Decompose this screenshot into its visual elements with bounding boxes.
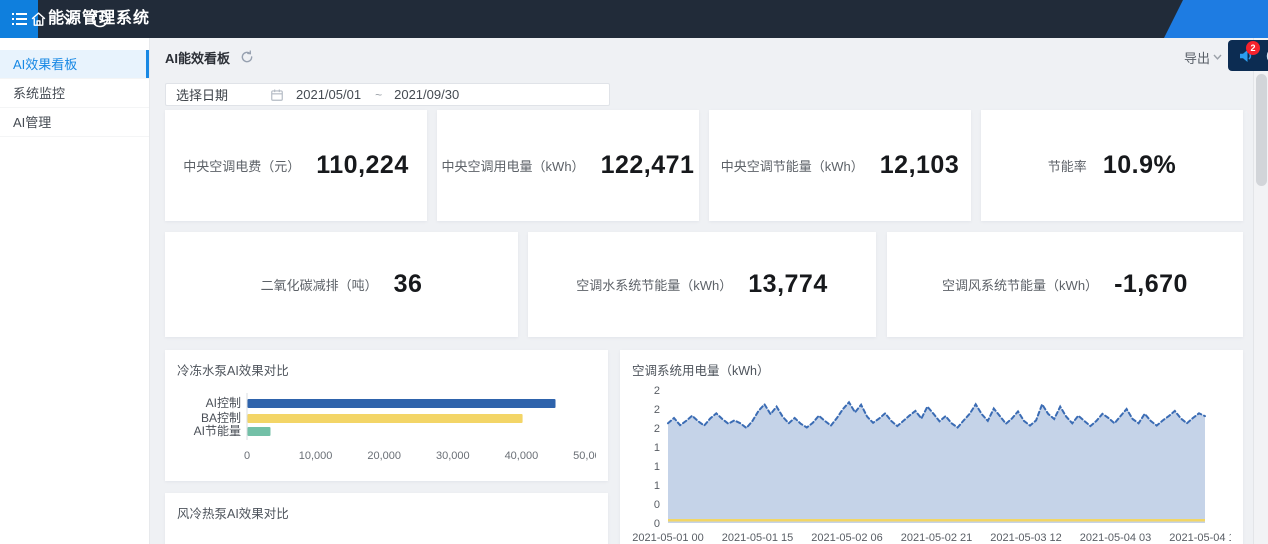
svg-text:AI节能量: AI节能量	[194, 424, 241, 438]
chevron-down-icon[interactable]	[58, 0, 80, 38]
svg-text:2021-05-01 15: 2021-05-01 15	[722, 532, 794, 544]
fan-comparison-panel: 风冷热泵AI效果对比	[165, 493, 608, 544]
svg-text:AI控制: AI控制	[206, 396, 241, 410]
kpi-card-air-system-saving: 空调风系统节能量（kWh） -1,670	[887, 232, 1243, 337]
sidebar-item-system-monitor[interactable]: 系统监控	[0, 79, 149, 108]
hamburger-list-icon	[12, 13, 27, 25]
kpi-value: 110,224	[316, 151, 409, 180]
date-range-start[interactable]: 2021/05/01	[296, 87, 361, 102]
kpi-value: -1,670	[1114, 270, 1188, 299]
svg-text:30,000: 30,000	[436, 450, 470, 462]
panel-title: 空调系统用电量（kWh）	[632, 360, 1231, 379]
refresh-button[interactable]	[240, 50, 254, 64]
navbar-right-section	[1164, 0, 1268, 38]
export-label: 导出	[1184, 48, 1210, 67]
date-picker-label: 选择日期	[176, 85, 228, 104]
svg-text:2: 2	[654, 423, 660, 435]
date-range-picker[interactable]: 选择日期 2021/05/01 ~ 2021/09/30	[165, 83, 610, 106]
notification-widget[interactable]: 2	[1228, 40, 1268, 71]
kpi-card-co2-reduction: 二氧化碳减排（吨） 36	[165, 232, 518, 337]
kpi-value: 122,471	[601, 151, 695, 180]
kpi-value: 13,774	[748, 270, 827, 299]
svg-text:50,000: 50,000	[573, 450, 596, 462]
svg-text:40,000: 40,000	[505, 450, 539, 462]
kpi-value: 10.9%	[1103, 151, 1176, 180]
energy-management-dashboard: 能源管理系统 AI效果看板 系统监控 AI管理 AI能效看板 导出	[0, 0, 1268, 544]
svg-text:1: 1	[654, 442, 660, 454]
kpi-label: 中央空调用电量（kWh）	[442, 156, 585, 175]
svg-text:BA控制: BA控制	[201, 411, 241, 425]
pump-comparison-panel: 冷冻水泵AI效果对比 AI控制BA控制AI节能量0 10,000 20,000 30,…	[165, 350, 608, 481]
sidebar-item-ai-dashboard[interactable]: AI效果看板	[0, 50, 149, 79]
kpi-value: 12,103	[880, 151, 959, 180]
kpi-card-energy-saved: 中央空调节能量（kWh） 12,103	[709, 110, 971, 221]
svg-text:2: 2	[654, 385, 660, 397]
svg-text:2021-05-02 21: 2021-05-02 21	[901, 532, 973, 544]
svg-text:2021-05-01 00: 2021-05-01 00	[632, 532, 704, 544]
kpi-label: 空调水系统节能量（kWh）	[576, 275, 732, 294]
kpi-card-water-system-saving: 空调水系统节能量（kWh） 13,774	[528, 232, 876, 337]
panel-title: 冷冻水泵AI效果对比	[177, 360, 596, 379]
kpi-label: 空调风系统节能量（kWh）	[942, 275, 1098, 294]
vertical-scrollbar-track[interactable]	[1253, 38, 1268, 544]
sidebar-item-label: AI管理	[13, 115, 51, 130]
speaker-icon: 2	[1237, 47, 1255, 65]
filter-row: 选择日期 2021/05/01 ~ 2021/09/30	[165, 83, 610, 106]
notification-badge: 2	[1246, 41, 1260, 55]
sidebar-item-ai-management[interactable]: AI管理	[0, 108, 149, 137]
svg-text:0: 0	[654, 518, 660, 530]
calendar-icon	[270, 88, 284, 102]
vertical-scrollbar-thumb[interactable]	[1256, 74, 1267, 186]
power-usage-area-chart: 2 2 2 1 1 1 0 0 2021-05-01 00 2021-05-01 15 2021-0…	[632, 383, 1231, 544]
pump-comparison-bar-chart: AI控制BA控制AI节能量0 10,000 20,000 30,000 40,000 50…	[177, 387, 596, 467]
content-header: AI能效看板 导出	[150, 38, 1268, 76]
page-title: AI能效看板	[165, 48, 230, 67]
power-usage-panel: 空调系统用电量（kWh） 2 2 2 1 1 1 0 0 2021-05-01 00 2021-0…	[620, 350, 1243, 544]
svg-text:0: 0	[654, 499, 660, 511]
kpi-label: 中央空调电费（元）	[183, 156, 300, 175]
date-range-separator: ~	[375, 88, 382, 102]
svg-text:20,000: 20,000	[367, 450, 401, 462]
sidebar: AI效果看板 系统监控 AI管理	[0, 38, 150, 544]
svg-text:10,000: 10,000	[299, 450, 333, 462]
home-icon[interactable]	[26, 0, 50, 38]
svg-text:0: 0	[244, 450, 250, 462]
kpi-card-electricity-cost: 中央空调电费（元） 110,224	[165, 110, 427, 221]
kpi-value: 36	[394, 270, 423, 299]
clock-icon[interactable]	[88, 0, 112, 38]
svg-text:2021-05-04 18: 2021-05-04 18	[1169, 532, 1231, 544]
svg-text:2021-05-04 03: 2021-05-04 03	[1080, 532, 1152, 544]
kpi-card-power-consumption: 中央空调用电量（kWh） 122,471	[437, 110, 699, 221]
chevron-down-small-icon	[1213, 54, 1222, 60]
kpi-label: 二氧化碳减排（吨）	[261, 275, 378, 294]
sidebar-item-label: AI效果看板	[13, 57, 77, 72]
kpi-label: 中央空调节能量（kWh）	[721, 156, 864, 175]
svg-text:1: 1	[654, 480, 660, 492]
panel-title: 风冷热泵AI效果对比	[177, 503, 596, 522]
svg-text:1: 1	[654, 461, 660, 473]
top-navbar: 能源管理系统	[0, 0, 1268, 38]
date-range-end[interactable]: 2021/09/30	[394, 87, 459, 102]
svg-text:2021-05-03 12: 2021-05-03 12	[990, 532, 1062, 544]
kpi-label: 节能率	[1048, 156, 1087, 175]
sidebar-item-label: 系统监控	[13, 86, 65, 101]
svg-text:2: 2	[654, 404, 660, 416]
kpi-card-saving-rate: 节能率 10.9%	[981, 110, 1243, 221]
svg-text:2021-05-02 06: 2021-05-02 06	[811, 532, 883, 544]
export-button[interactable]: 导出	[1184, 48, 1222, 67]
